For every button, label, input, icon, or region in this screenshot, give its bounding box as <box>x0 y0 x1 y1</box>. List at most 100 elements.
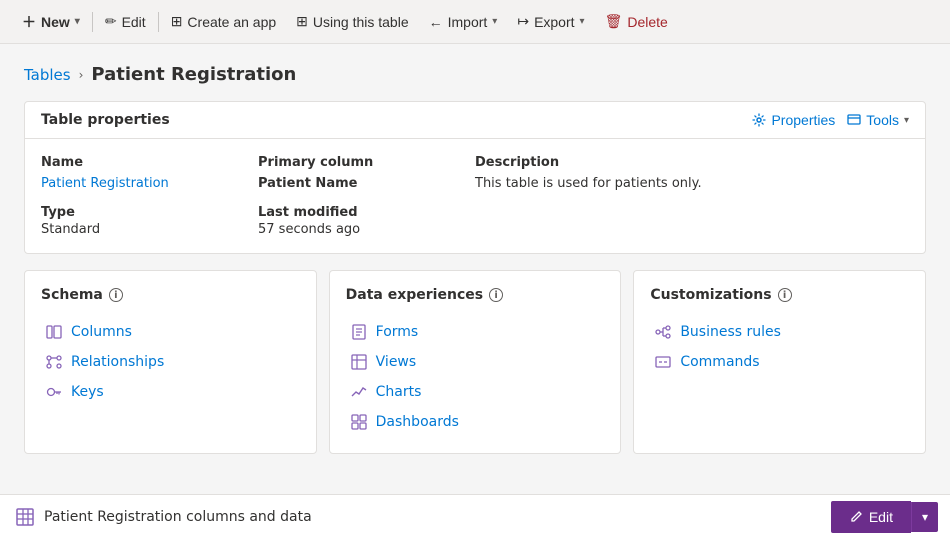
edit-icon: ✏ <box>105 13 117 30</box>
bottom-bar-right: Edit ▾ <box>831 501 938 533</box>
plus-icon: ＋ <box>22 12 36 32</box>
new-chevron-icon: ▾ <box>75 16 80 27</box>
relationships-label: Relationships <box>71 354 164 370</box>
bottom-table-label: Patient Registration columns and data <box>44 509 312 525</box>
export-icon: ↦ <box>517 13 529 30</box>
customizations-title: Customizations i <box>650 287 909 303</box>
data-experiences-title: Data experiences i <box>346 287 605 303</box>
columns-icon <box>45 323 63 341</box>
cards-row: Schema i Columns <box>24 270 926 454</box>
schema-card: Schema i Columns <box>24 270 317 454</box>
card-title: Table properties <box>41 112 170 128</box>
customizations-card: Customizations i Business <box>633 270 926 454</box>
using-this-table-label: Using this table <box>313 14 409 30</box>
create-app-button[interactable]: ⊞ Create an app <box>161 7 286 36</box>
bottom-bar-left: Patient Registration columns and data <box>16 508 312 526</box>
description-value: This table is used for patients only. <box>475 176 909 191</box>
relationships-icon <box>45 353 63 371</box>
dashboards-label: Dashboards <box>376 414 459 430</box>
toolbar: ＋ New ▾ ✏ Edit ⊞ Create an app ⊞ Using t… <box>0 0 950 44</box>
export-chevron-icon: ▾ <box>580 16 585 27</box>
using-this-table-button[interactable]: ⊞ Using this table <box>286 7 418 36</box>
table-properties-card: Table properties Properties Tools ▾ <box>24 101 926 254</box>
relationships-item[interactable]: Relationships <box>41 347 300 377</box>
bottom-edit-chevron-button[interactable]: ▾ <box>911 502 938 532</box>
dashboards-icon <box>350 413 368 431</box>
tools-button[interactable]: Tools ▾ <box>847 112 909 128</box>
schema-title: Schema i <box>41 287 300 303</box>
delete-label: Delete <box>627 14 667 30</box>
keys-label: Keys <box>71 384 104 400</box>
keys-item[interactable]: Keys <box>41 377 300 407</box>
edit-toolbar-button[interactable]: ✏ Edit <box>95 7 156 36</box>
bottom-bar: Patient Registration columns and data Ed… <box>0 494 950 538</box>
customizations-info-icon[interactable]: i <box>778 288 792 302</box>
export-label: Export <box>534 14 574 30</box>
forms-item[interactable]: Forms <box>346 317 605 347</box>
import-chevron-icon: ▾ <box>492 16 497 27</box>
breadcrumb-tables-link[interactable]: Tables <box>24 66 71 84</box>
using-table-icon: ⊞ <box>296 13 308 30</box>
table-grid-icon <box>16 508 34 526</box>
properties-button[interactable]: Properties <box>752 112 835 128</box>
columns-label: Columns <box>71 324 132 340</box>
bottom-edit-button[interactable]: Edit <box>831 501 911 533</box>
name-group: Name Patient Registration Type Standard <box>41 155 258 237</box>
gear-icon <box>752 113 766 127</box>
import-label: Import <box>448 14 488 30</box>
card-header: Table properties Properties Tools ▾ <box>25 102 925 139</box>
breadcrumb-separator: › <box>79 68 84 82</box>
props-grid: Name Patient Registration Type Standard … <box>25 139 925 253</box>
name-value: Patient Registration <box>41 176 258 191</box>
charts-item[interactable]: Charts <box>346 377 605 407</box>
description-label: Description <box>475 155 909 170</box>
export-button[interactable]: ↦ Export ▾ <box>507 7 594 36</box>
delete-button[interactable]: 🗑 Delete <box>595 7 678 36</box>
charts-icon <box>350 383 368 401</box>
data-experiences-card: Data experiences i Forms <box>329 270 622 454</box>
views-icon <box>350 353 368 371</box>
toolbar-divider-2 <box>158 12 159 32</box>
create-app-label: Create an app <box>187 14 276 30</box>
properties-label: Properties <box>771 112 835 128</box>
forms-label: Forms <box>376 324 419 340</box>
delete-icon: 🗑 <box>605 13 623 30</box>
dashboards-item[interactable]: Dashboards <box>346 407 605 437</box>
business-rules-label: Business rules <box>680 324 781 340</box>
views-label: Views <box>376 354 417 370</box>
schema-info-icon[interactable]: i <box>109 288 123 302</box>
last-modified-label: Last modified <box>258 205 475 220</box>
tools-icon <box>847 113 861 127</box>
primary-column-group: Primary column Patient Name Last modifie… <box>258 155 475 237</box>
primary-column-value: Patient Name <box>258 176 475 191</box>
commands-label: Commands <box>680 354 759 370</box>
tools-label: Tools <box>866 112 899 128</box>
create-app-icon: ⊞ <box>171 13 183 30</box>
breadcrumb-current: Patient Registration <box>91 64 296 85</box>
data-experiences-info-icon[interactable]: i <box>489 288 503 302</box>
card-header-actions: Properties Tools ▾ <box>752 112 909 128</box>
pencil-icon <box>849 510 863 524</box>
description-group: Description This table is used for patie… <box>475 155 909 237</box>
toolbar-divider-1 <box>92 12 93 32</box>
edit-label: Edit <box>122 14 146 30</box>
columns-item[interactable]: Columns <box>41 317 300 347</box>
charts-label: Charts <box>376 384 422 400</box>
business-rules-icon <box>654 323 672 341</box>
commands-icon <box>654 353 672 371</box>
keys-icon <box>45 383 63 401</box>
views-item[interactable]: Views <box>346 347 605 377</box>
type-label: Type <box>41 205 258 220</box>
tools-chevron-icon: ▾ <box>904 115 909 126</box>
breadcrumb: Tables › Patient Registration <box>24 64 926 85</box>
main-content: Tables › Patient Registration Table prop… <box>0 44 950 494</box>
import-button[interactable]: ← Import ▾ <box>419 8 508 36</box>
new-button[interactable]: ＋ New ▾ <box>12 6 90 38</box>
commands-item[interactable]: Commands <box>650 347 909 377</box>
type-value: Standard <box>41 222 258 237</box>
name-label: Name <box>41 155 258 170</box>
last-modified-value: 57 seconds ago <box>258 222 475 237</box>
forms-icon <box>350 323 368 341</box>
business-rules-item[interactable]: Business rules <box>650 317 909 347</box>
import-icon: ← <box>429 14 443 30</box>
